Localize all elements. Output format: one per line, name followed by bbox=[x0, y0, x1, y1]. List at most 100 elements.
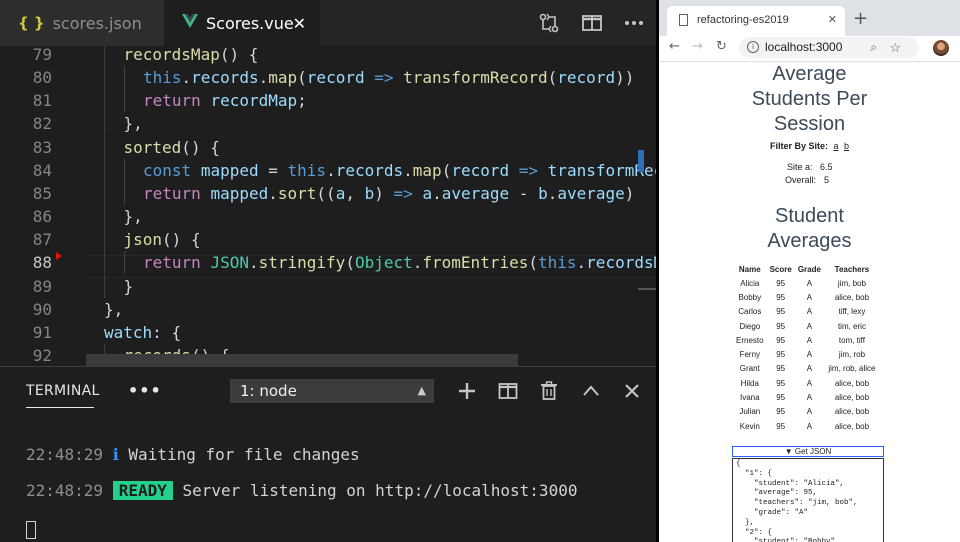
table-cell: 95 bbox=[776, 364, 786, 374]
code-line[interactable]: 88 return JSON.stringify(Object.fromEntri… bbox=[0, 251, 656, 275]
terminal-panel[interactable]: TERMINAL ••• 1: node ▲ 22:48:29 ℹ Waitin… bbox=[0, 366, 656, 542]
browser-window[interactable]: refactoring-es2019 ✕ + ← → ↻ i localhost… bbox=[659, 0, 960, 542]
filter-label: Filter By Site: bbox=[769, 141, 828, 151]
line-number: 90 bbox=[32, 299, 52, 319]
back-arrow-icon[interactable]: ← bbox=[669, 39, 680, 54]
table-cell: alice, bob bbox=[834, 421, 870, 431]
code-line[interactable]: 89} bbox=[0, 274, 656, 298]
table-cell: A bbox=[806, 278, 813, 288]
table-row: Diego 95 Atim, eric bbox=[733, 319, 880, 333]
code-text: return mapped.sort((a, b) => a.average -… bbox=[143, 183, 635, 203]
split-editor-icon[interactable] bbox=[581, 13, 603, 33]
new-tab-icon[interactable]: + bbox=[853, 8, 868, 29]
table-cell: Grant bbox=[739, 364, 760, 374]
student-averages-table: Name Score Grade Teachers Alicia 95 Ajim, … bbox=[733, 262, 880, 433]
code-line[interactable]: 87 json() { bbox=[0, 228, 656, 252]
line-number: 79 bbox=[32, 46, 52, 64]
table-cell: Hilda bbox=[740, 378, 759, 388]
code-line[interactable]: 80 this.records.map(record => transformRe… bbox=[0, 66, 656, 90]
trash-icon[interactable] bbox=[539, 381, 559, 401]
line-number: 83 bbox=[32, 137, 52, 157]
table-cell: Ferny bbox=[739, 350, 761, 360]
forward-arrow-icon[interactable]: → bbox=[692, 39, 703, 54]
overview-ruler-mark bbox=[638, 288, 656, 290]
overview-ruler-mark bbox=[638, 150, 644, 172]
more-actions-icon[interactable] bbox=[623, 13, 645, 33]
table-row: Julian 95 Aalice, bob bbox=[733, 405, 880, 419]
compare-changes-icon[interactable] bbox=[538, 13, 560, 33]
line-number: 81 bbox=[32, 91, 52, 111]
tab-scores-vue[interactable]: Scores.vue ✕ bbox=[164, 0, 320, 46]
code-line[interactable]: 81 return recordMap; bbox=[0, 89, 656, 113]
table-cell: alice, bob bbox=[834, 292, 870, 302]
code-text: this.records.map(record => transformReco… bbox=[143, 68, 635, 88]
table-cell: 95 bbox=[776, 393, 786, 403]
close-panel-icon[interactable] bbox=[622, 381, 642, 401]
split-terminal-icon[interactable] bbox=[498, 381, 518, 401]
terminal-timestamp: 22:48:29 bbox=[26, 481, 104, 500]
search-icon[interactable]: ⌕ bbox=[870, 37, 877, 58]
json-output: { "1": { "student": "Alicia", "average":… bbox=[732, 458, 884, 542]
table-cell: alice, bob bbox=[834, 393, 870, 403]
line-number: 85 bbox=[32, 183, 52, 203]
terminal-select-dropdown[interactable]: 1: node ▲ bbox=[230, 379, 434, 403]
table-cell: 95 bbox=[776, 278, 786, 288]
close-tab-icon[interactable]: ✕ bbox=[293, 14, 306, 33]
code-text: watch: { bbox=[104, 322, 182, 342]
terminal-tab-title[interactable]: TERMINAL bbox=[26, 383, 100, 399]
code-line[interactable]: 85 return mapped.sort((a, b) => a.average… bbox=[0, 181, 656, 205]
active-tab-underline bbox=[26, 407, 94, 408]
code-line[interactable]: 86}, bbox=[0, 205, 656, 229]
profile-avatar[interactable] bbox=[933, 40, 949, 56]
table-cell: A bbox=[806, 421, 813, 431]
browser-tab[interactable]: refactoring-es2019 ✕ bbox=[667, 6, 845, 36]
address-bar[interactable]: i localhost:3000 ⌕ ☆ bbox=[739, 37, 919, 58]
code-line[interactable]: 83 sorted() { bbox=[0, 135, 656, 159]
table-cell: A bbox=[806, 364, 813, 374]
new-terminal-icon[interactable] bbox=[457, 381, 477, 401]
get-json-toggle[interactable]: ▼ Get JSON bbox=[732, 446, 884, 457]
table-row: Kevin 95 Aalice, bob bbox=[733, 419, 880, 433]
code-text: }, bbox=[123, 114, 143, 134]
line-number: 92 bbox=[32, 345, 52, 365]
table-row: Ernesto 95 Atom, tiff bbox=[733, 333, 880, 347]
terminal-more-icon[interactable]: ••• bbox=[128, 381, 162, 400]
table-cell: A bbox=[806, 393, 813, 403]
tab-scores-json[interactable]: { } scores.json bbox=[0, 0, 164, 46]
maximize-panel-icon[interactable] bbox=[581, 381, 601, 401]
line-number: 84 bbox=[32, 160, 52, 180]
filter-link-a[interactable]: a bbox=[833, 141, 838, 151]
code-line[interactable]: 84 const mapped = this.records.map(record… bbox=[0, 158, 656, 182]
indent-guide bbox=[104, 158, 105, 182]
indent-guide bbox=[104, 66, 105, 90]
info-icon: ℹ bbox=[112, 445, 119, 464]
column-header: Score bbox=[769, 264, 792, 274]
indent-guide bbox=[104, 112, 105, 136]
stat-row-site: Site a: 6.5 bbox=[659, 162, 960, 174]
reload-icon[interactable]: ↻ bbox=[716, 39, 727, 54]
heading-line: Averages bbox=[767, 230, 852, 252]
code-editor[interactable]: { } scores.json Scores.vue ✕ 79 recordsMa… bbox=[0, 0, 656, 542]
column-header: Name bbox=[738, 264, 761, 274]
code-line[interactable]: 79 recordsMap() { bbox=[0, 46, 656, 66]
site-info-icon[interactable]: i bbox=[747, 41, 759, 53]
table-cell: Alicia bbox=[740, 278, 760, 288]
table-row: Ferny 95 Ajim, rob bbox=[733, 347, 880, 361]
code-area[interactable]: 79 recordsMap() {80 this.records.map(recor… bbox=[0, 46, 656, 366]
table-cell: Ernesto bbox=[736, 335, 764, 345]
line-number: 82 bbox=[32, 114, 52, 134]
close-browser-tab-icon[interactable]: ✕ bbox=[828, 6, 837, 34]
table-cell: jim, rob bbox=[838, 350, 866, 360]
table-row: Alicia 95 Ajim, bob bbox=[733, 276, 880, 290]
table-cell: 95 bbox=[776, 350, 786, 360]
json-braces-icon: { } bbox=[18, 14, 45, 32]
code-line[interactable]: 90}, bbox=[0, 298, 656, 321]
indent-guide bbox=[104, 228, 105, 252]
line-number: 80 bbox=[32, 68, 52, 88]
code-line[interactable]: 82}, bbox=[0, 112, 656, 136]
code-line[interactable]: 91 watch: { bbox=[0, 321, 656, 344]
indent-guide bbox=[104, 251, 105, 275]
bookmark-star-icon[interactable]: ☆ bbox=[889, 37, 901, 58]
filter-link-b[interactable]: b bbox=[844, 141, 849, 151]
horizontal-scrollbar[interactable] bbox=[86, 354, 518, 366]
